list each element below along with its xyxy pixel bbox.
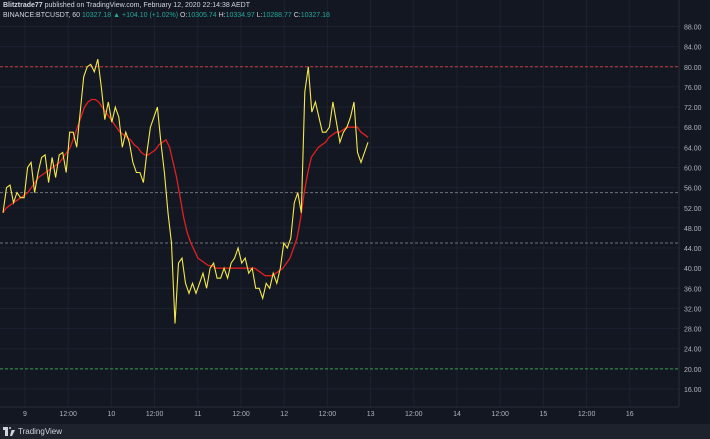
price-tick-label: 44.00	[684, 246, 702, 253]
published-text: published on TradingView.com, February 1…	[44, 2, 250, 9]
time-tick-label: 11	[194, 411, 201, 418]
price-tick-label: 84.00	[684, 45, 702, 52]
time-tick-label: 16	[626, 411, 634, 418]
up-arrow-icon: ▲	[113, 12, 121, 19]
chart-grid	[0, 0, 679, 407]
time-tick-label: 12:00	[146, 411, 164, 418]
symbol-name[interactable]: BINANCE:BTCUSDT, 60	[3, 12, 80, 19]
time-tick-label: 12:00	[405, 411, 423, 418]
price-tick-label: 28.00	[684, 327, 702, 334]
time-tick-label: 15	[540, 411, 548, 418]
price-axis[interactable]: 88.00 84.00 80.00 76.00 72.00 68.00 64.00 60.00…	[684, 25, 702, 395]
time-tick-label: 14	[453, 411, 461, 418]
tradingview-logo-icon	[3, 427, 15, 436]
price-tick-label: 36.00	[684, 286, 702, 293]
time-tick-label: 12	[280, 411, 288, 418]
time-tick-label: 9	[23, 411, 27, 418]
time-tick-label: 12:00	[491, 411, 509, 418]
price-tick-label: 20.00	[684, 367, 702, 374]
price-tick-label: 72.00	[684, 105, 702, 112]
footer-brand: TradingView	[18, 427, 63, 436]
price-change: +104.10 (+1.02%)	[122, 12, 179, 19]
price-tick-label: 68.00	[684, 125, 702, 132]
tradingview-logo[interactable]: TradingView	[3, 427, 62, 436]
price-tick-label: 88.00	[684, 25, 702, 32]
symbol-legend: BINANCE:BTCUSDT, 60 10327.18 ▲ +104.10 (…	[3, 11, 330, 21]
low-value: 10288.77	[262, 12, 292, 19]
price-tick-label: 56.00	[684, 186, 702, 193]
time-tick-label: 12:00	[578, 411, 596, 418]
price-line	[2, 59, 369, 324]
high-value: 10334.97	[225, 12, 255, 19]
footer-bar: TradingView	[0, 424, 710, 439]
price-tick-label: 60.00	[684, 165, 702, 172]
last-price: 10327.18	[81, 12, 112, 19]
price-tick-label: 32.00	[684, 306, 702, 313]
price-tick-label: 24.00	[684, 347, 702, 354]
price-tick-label: 40.00	[684, 266, 702, 273]
price-tick-label: 48.00	[684, 226, 702, 233]
price-tick-label: 76.00	[684, 85, 702, 92]
open-value: 10305.74	[187, 12, 217, 19]
price-tick-label: 16.00	[684, 387, 702, 394]
time-tick-label: 10	[108, 411, 116, 418]
time-axis[interactable]: 9 12:00 10 12:00 11 12:00 12 12:00 13 12:00 14 12:0…	[23, 411, 634, 418]
time-tick-label: 12:00	[232, 411, 250, 418]
chart-header: Blitztrade77 published on TradingView.co…	[0, 0, 680, 22]
time-tick-label: 12:00	[319, 411, 337, 418]
price-tick-label: 52.00	[684, 206, 702, 213]
price-tick-label: 80.00	[684, 65, 702, 72]
high-label: H:	[218, 12, 226, 19]
price-tick-label: 64.00	[684, 145, 702, 152]
time-tick-label: 12:00	[59, 411, 77, 418]
close-value: 10327.18	[300, 12, 330, 19]
price-chart[interactable]: 88.00 84.00 80.00 76.00 72.00 68.00 64.00 60.00…	[0, 0, 710, 424]
close-label: C:	[293, 12, 301, 19]
publish-info: Blitztrade77 published on TradingView.co…	[3, 1, 250, 11]
author-name[interactable]: Blitztrade77	[3, 2, 43, 9]
time-tick-label: 13	[367, 411, 375, 418]
horizontal-levels	[0, 66, 679, 370]
